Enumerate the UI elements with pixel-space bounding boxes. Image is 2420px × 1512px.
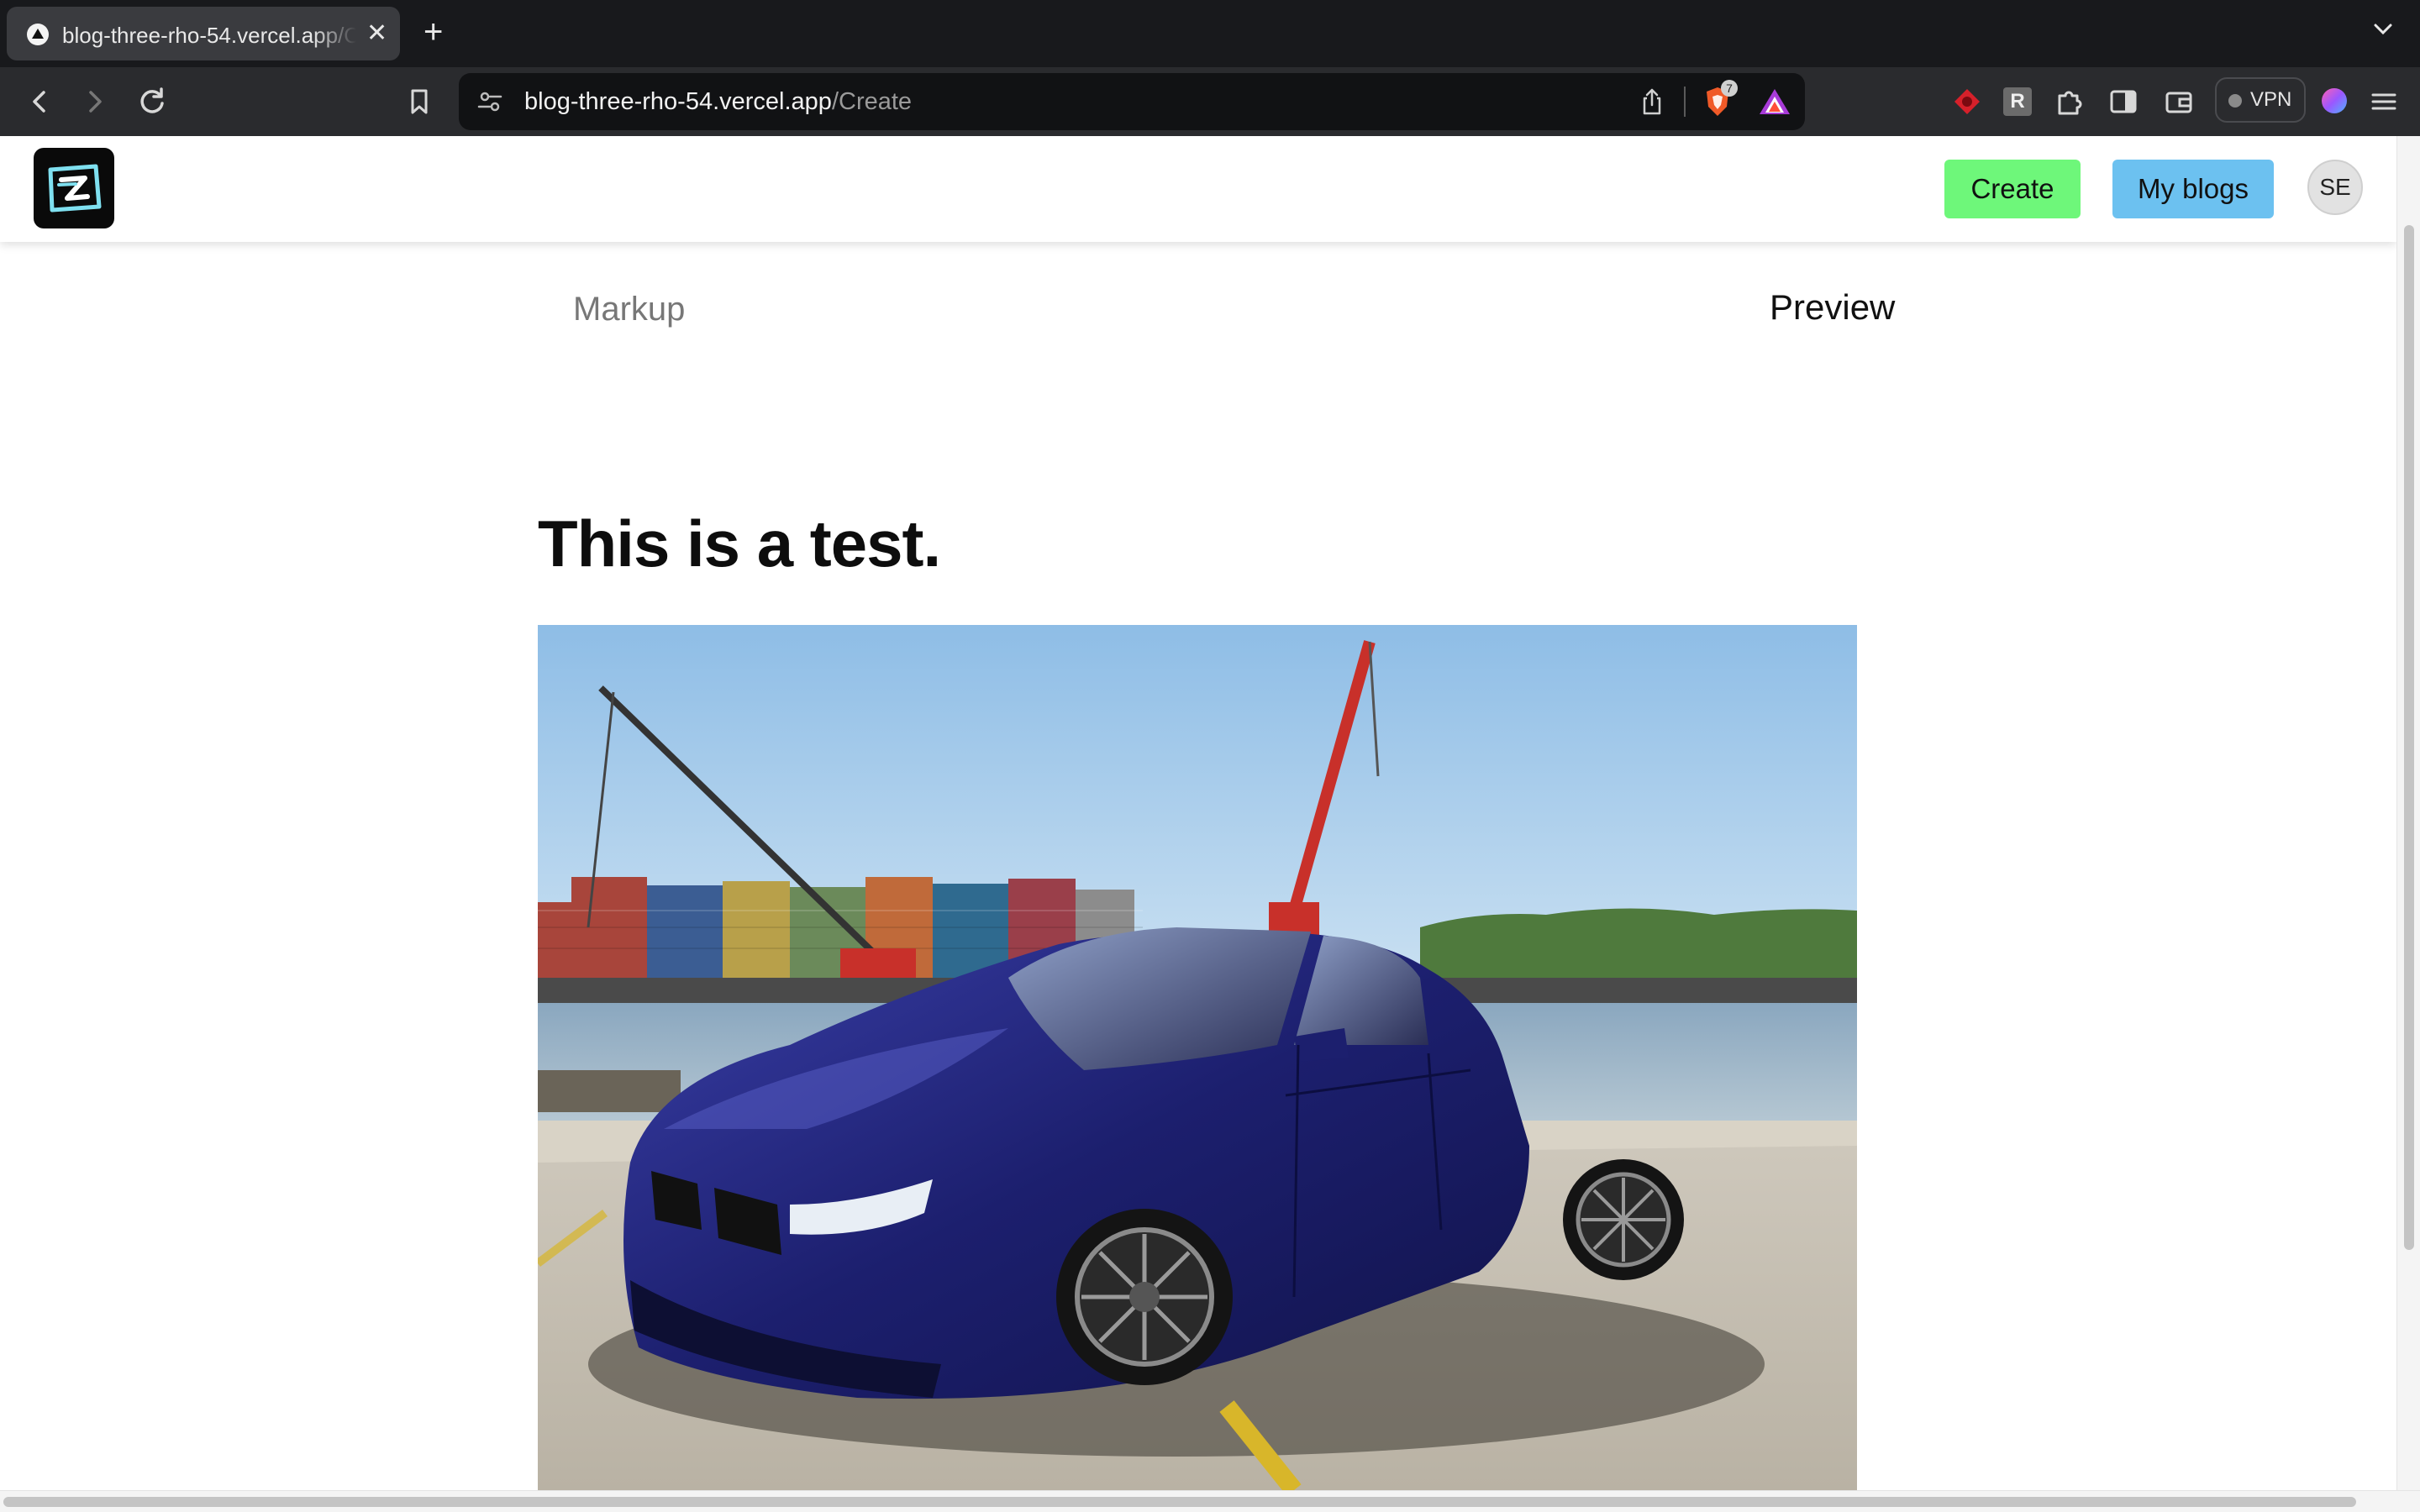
profile-gradient-icon[interactable] — [2319, 86, 2349, 116]
puzzle-extensions-icon[interactable] — [2054, 86, 2086, 118]
share-icon[interactable] — [1637, 87, 1667, 117]
red-diamond-extension-icon[interactable] — [1951, 86, 1983, 118]
ez-logo-icon — [48, 164, 102, 213]
tab-close-icon[interactable]: ✕ — [366, 18, 387, 49]
page-viewport: Create My blogs SE Markup Preview This i… — [0, 136, 2396, 1490]
tab-title: blog-three-rho-54.vercel.app/Create — [62, 23, 356, 48]
avatar[interactable]: SE — [2307, 160, 2363, 215]
forward-icon[interactable] — [76, 82, 114, 121]
shields-count-badge: 7 — [1721, 80, 1738, 97]
url-path: /Create — [831, 88, 913, 115]
url-text[interactable]: blog-three-rho-54.vercel.app/Create — [524, 88, 912, 116]
back-icon[interactable] — [20, 82, 59, 121]
post-title: This is a test. — [538, 507, 941, 580]
new-tab-button[interactable]: + — [424, 13, 443, 50]
url-bar-divider — [1684, 87, 1686, 117]
sidebar-toggle-icon[interactable] — [2107, 86, 2139, 118]
site-logo[interactable] — [34, 148, 114, 228]
bookmark-icon[interactable] — [400, 82, 439, 121]
tab-markup[interactable]: Markup — [573, 291, 685, 328]
horizontal-scrollbar[interactable] — [0, 1490, 2420, 1512]
vertical-scroll-thumb[interactable] — [2404, 225, 2414, 1250]
site-navbar: Create My blogs SE — [0, 136, 2396, 242]
vpn-status-icon — [2228, 94, 2242, 108]
reload-icon[interactable] — [133, 82, 171, 121]
create-button[interactable]: Create — [1944, 160, 2081, 218]
car-photo-image — [538, 625, 1857, 1490]
browser-toolbar: blog-three-rho-54.vercel.app/Create 7 R — [0, 67, 2420, 136]
browser-tab-bar: blog-three-rho-54.vercel.app/Create ✕ + — [0, 0, 2420, 67]
browser-tab-active[interactable]: blog-three-rho-54.vercel.app/Create ✕ — [7, 7, 400, 60]
vpn-label: VPN — [2250, 88, 2292, 111]
site-settings-icon[interactable] — [477, 90, 502, 113]
brave-rewards-icon[interactable] — [1758, 87, 1791, 117]
horizontal-scroll-thumb[interactable] — [3, 1497, 2356, 1507]
wallet-icon[interactable] — [2163, 86, 2195, 118]
url-host: blog-three-rho-54.vercel.app — [524, 88, 832, 115]
tab-list-chevron-icon[interactable] — [2371, 17, 2395, 40]
tab-preview[interactable]: Preview — [1770, 287, 1895, 328]
vertical-scrollbar[interactable] — [2396, 136, 2420, 1490]
menu-icon[interactable] — [2370, 87, 2398, 116]
r-extension-icon[interactable]: R — [2003, 87, 2032, 116]
vercel-favicon-icon — [27, 24, 49, 45]
post-image — [538, 625, 1857, 1490]
address-bar[interactable]: blog-three-rho-54.vercel.app/Create 7 — [459, 73, 1805, 130]
vpn-button[interactable]: VPN — [2215, 77, 2306, 123]
my-blogs-button[interactable]: My blogs — [2112, 160, 2274, 218]
